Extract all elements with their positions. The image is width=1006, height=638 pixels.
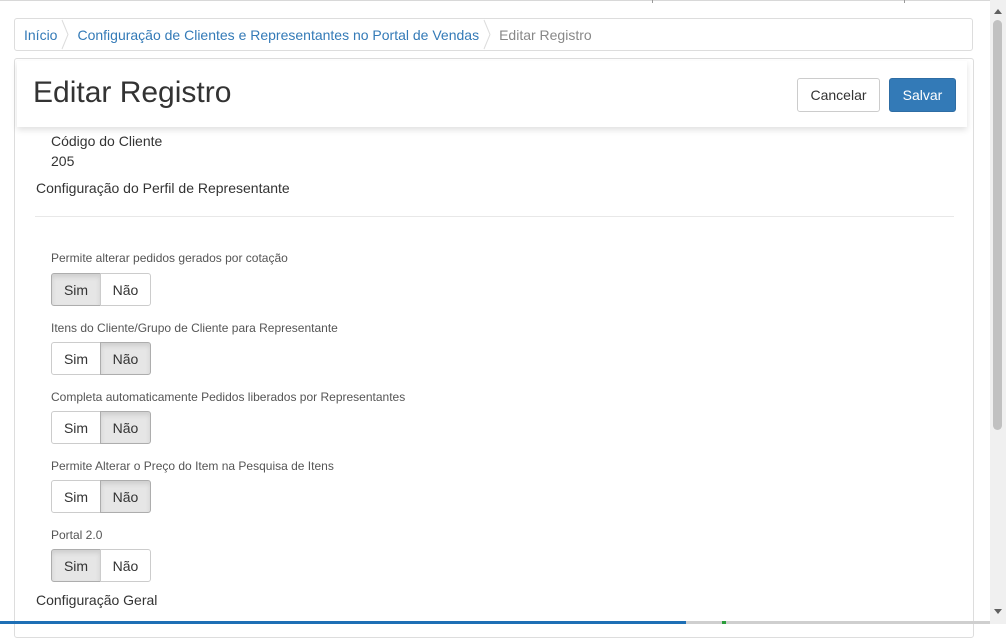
toggle-yes-button[interactable]: Sim	[51, 273, 101, 306]
toggle-yes-button[interactable]: Sim	[51, 411, 101, 444]
toggle-no-button[interactable]: Não	[100, 273, 151, 306]
toggle-yes-button[interactable]: Sim	[51, 480, 101, 513]
vertical-scrollbar[interactable]	[990, 0, 1006, 624]
toggle-no-button[interactable]: Não	[100, 411, 151, 444]
toggle-alter-quote-orders: Sim Não	[51, 273, 151, 306]
option-label-portal-2: Portal 2.0	[51, 528, 103, 542]
page-title: Editar Registro	[33, 76, 232, 109]
breadcrumb-item-home[interactable]: Início	[24, 19, 57, 50]
top-tick	[652, 0, 653, 3]
breadcrumb-link-config[interactable]: Configuração de Clientes e Representante…	[77, 27, 479, 43]
section-divider	[35, 216, 954, 217]
toggle-alter-item-price: Sim Não	[51, 480, 151, 513]
option-label-alter-item-price: Permite Alterar o Preço do Item na Pesqu…	[51, 459, 334, 473]
section-title-general: Configuração Geral	[36, 592, 158, 608]
scrollbar-thumb[interactable]	[993, 20, 1002, 430]
toggle-yes-button[interactable]: Sim	[51, 342, 101, 375]
breadcrumb-link-home[interactable]: Início	[24, 27, 57, 43]
toggle-yes-button[interactable]: Sim	[51, 549, 101, 582]
breadcrumb-item-config[interactable]: Configuração de Clientes e Representante…	[77, 19, 479, 50]
edit-panel: Editar Registro Cancelar Salvar Código d…	[14, 58, 974, 638]
window-top-border	[0, 0, 990, 1]
toggle-client-items: Sim Não	[51, 342, 151, 375]
toggle-no-button[interactable]: Não	[100, 549, 151, 582]
toggle-no-button[interactable]: Não	[100, 342, 151, 375]
arrow-down-icon[interactable]	[990, 604, 1006, 618]
breadcrumb-current: Editar Registro	[499, 26, 592, 43]
toggle-portal-2: Sim Não	[51, 549, 151, 582]
option-label-client-items: Itens do Cliente/Grupo de Cliente para R…	[51, 321, 338, 335]
chevron-right-icon	[483, 18, 491, 51]
section-title-representative-profile: Configuração do Perfil de Representante	[36, 180, 290, 196]
toggle-auto-complete-orders: Sim Não	[51, 411, 151, 444]
breadcrumb: Início Configuração de Clientes e Repres…	[14, 18, 973, 51]
client-code-value: 205	[51, 153, 75, 169]
option-label-auto-complete-orders: Completa automaticamente Pedidos liberad…	[51, 390, 406, 404]
save-button[interactable]: Salvar	[889, 78, 956, 112]
chevron-right-icon	[61, 18, 70, 51]
arrow-up-icon[interactable]	[990, 4, 1006, 18]
option-label-alter-quote-orders: Permite alterar pedidos gerados por cota…	[51, 251, 288, 265]
top-tick	[904, 0, 905, 3]
cancel-button[interactable]: Cancelar	[797, 78, 880, 112]
client-code-label: Código do Cliente	[51, 133, 163, 149]
page-header: Editar Registro Cancelar Salvar	[17, 61, 967, 127]
toggle-no-button[interactable]: Não	[100, 480, 151, 513]
